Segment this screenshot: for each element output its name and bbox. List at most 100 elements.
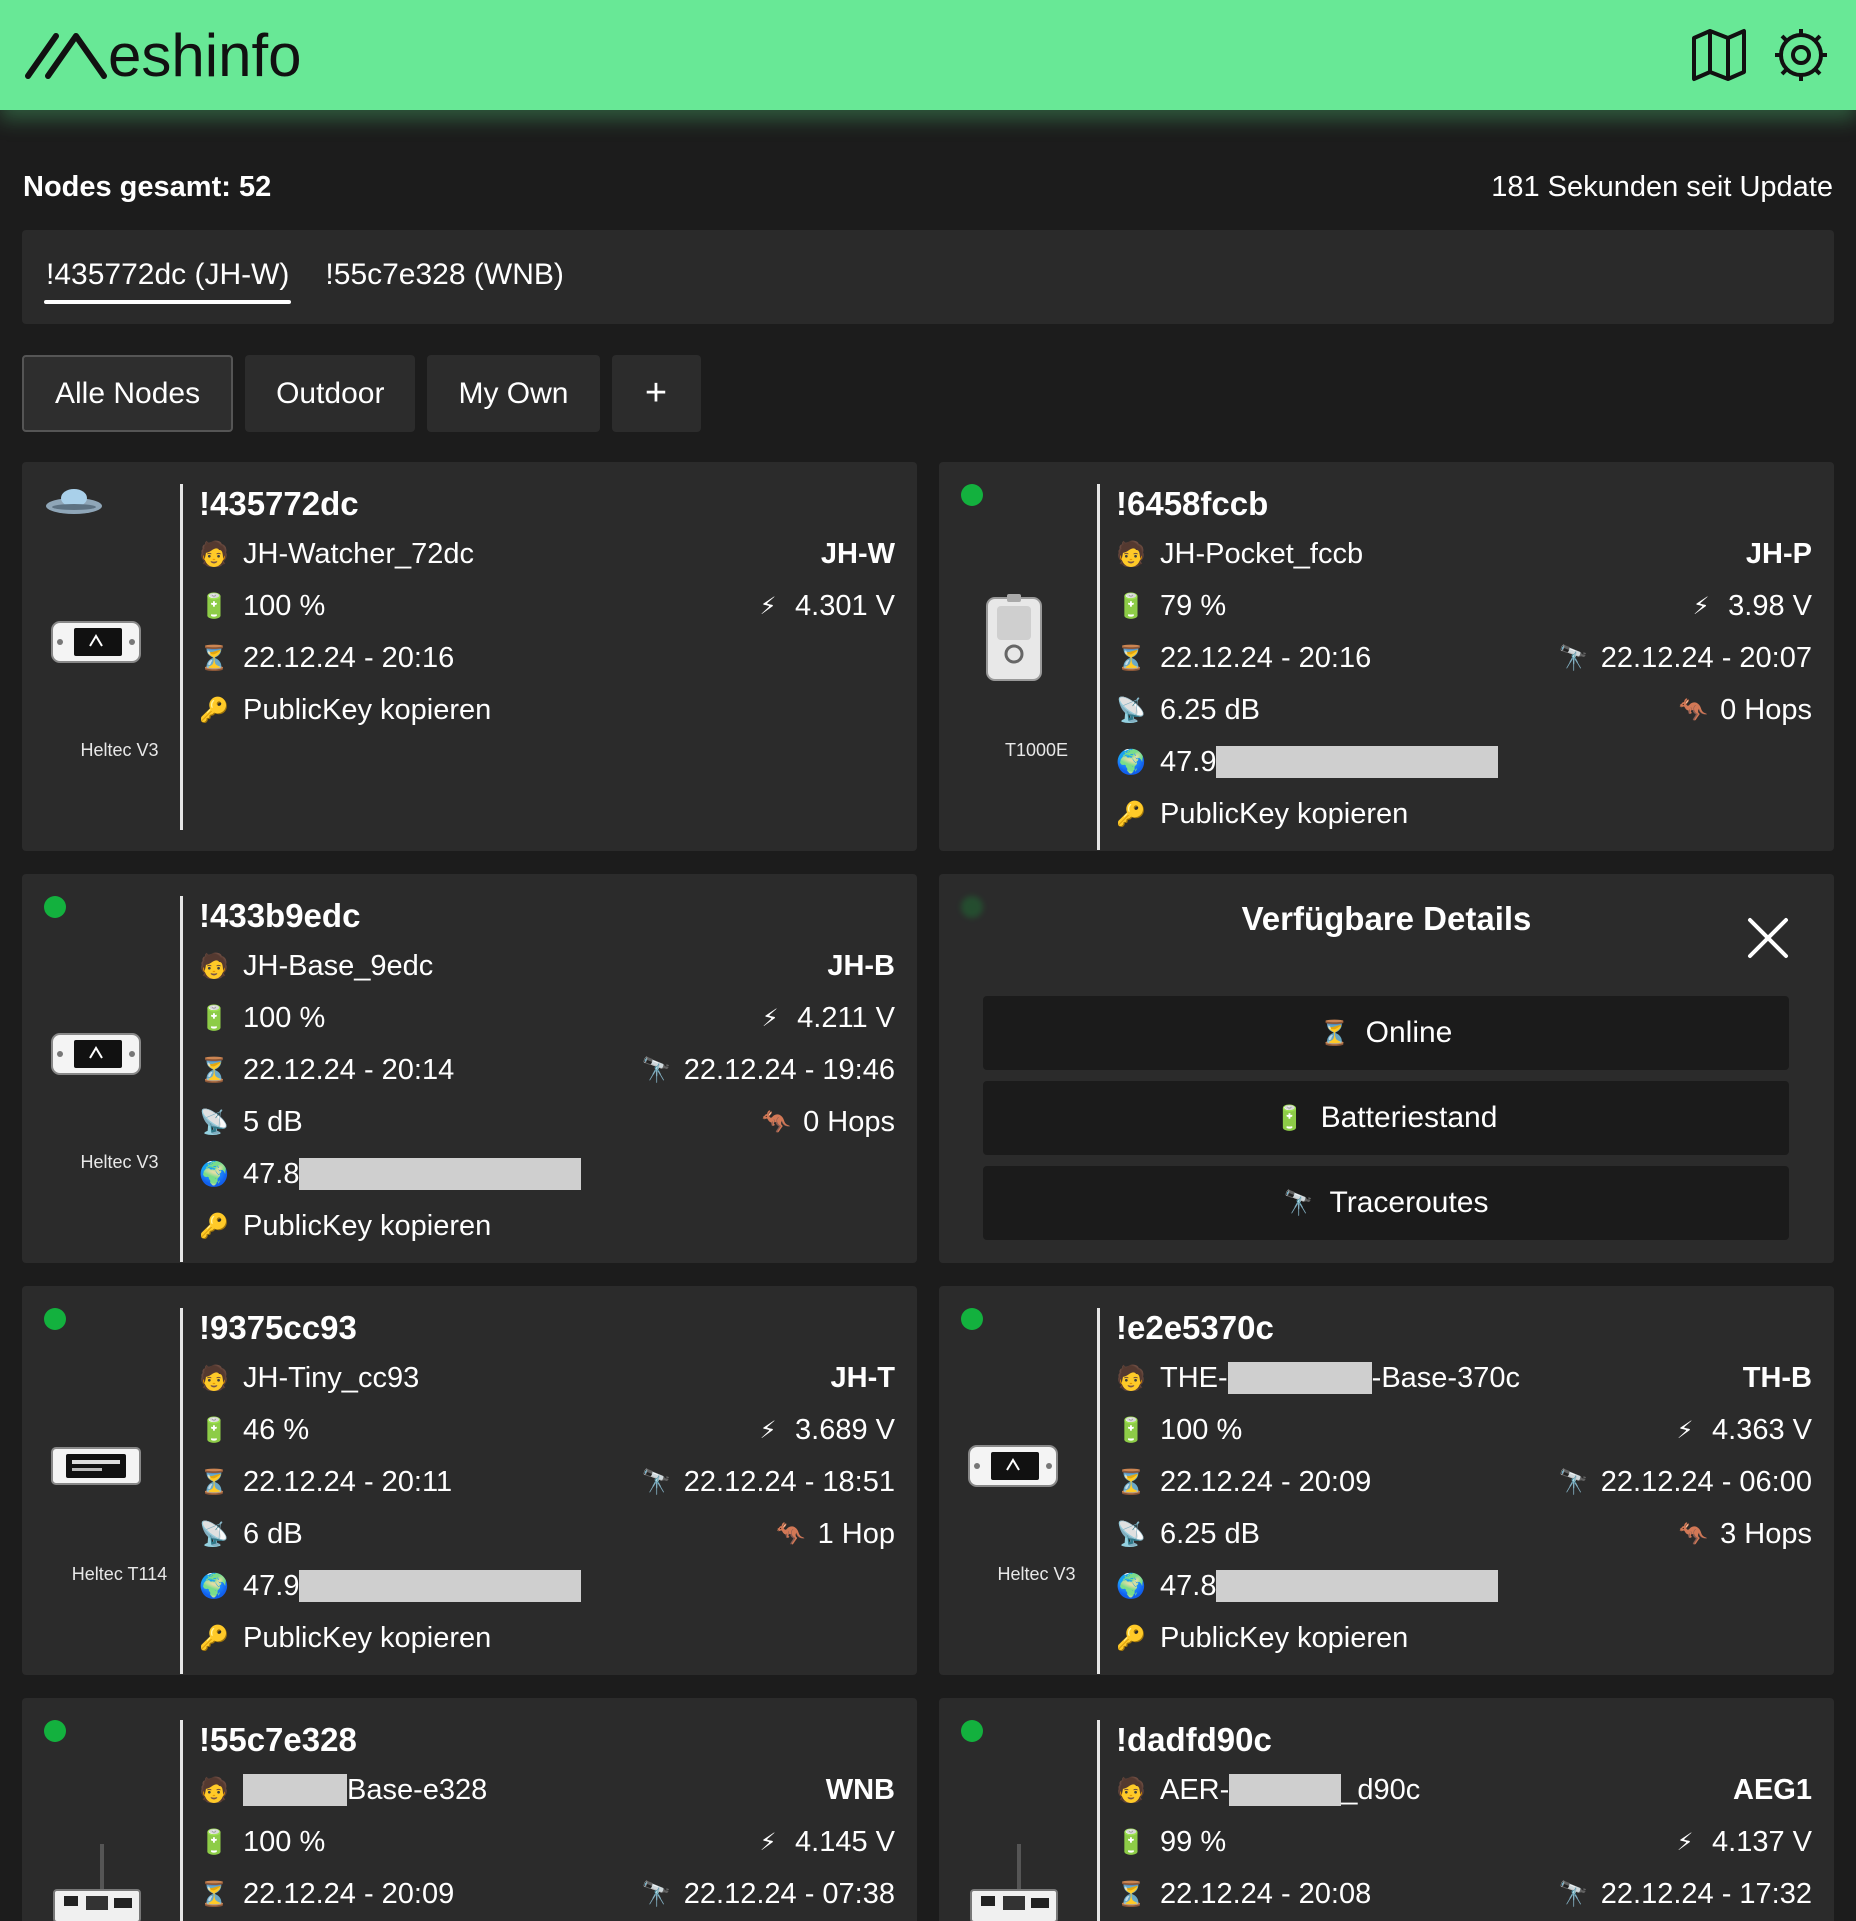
app-logo[interactable]: eshinfo <box>24 21 301 90</box>
kangaroo-icon: 🦘 <box>1678 1520 1709 1548</box>
publickey-label: PublicKey kopieren <box>1160 1621 1409 1654</box>
satellite-dish-icon: 📡 <box>199 1108 229 1136</box>
last-seen: 22.12.24 - 20:08 <box>1160 1877 1372 1910</box>
node-long-name: JH-Base_9edc <box>243 949 434 982</box>
last-traceroute: 22.12.24 - 18:51 <box>683 1465 895 1498</box>
node-long-name-prefix: THE- <box>1160 1361 1228 1394</box>
node-card[interactable]: Heltec V3 !433b9edc 🧑 JH-Base_9edc JH-B 🔋… <box>22 874 917 1263</box>
battery-level: 79 % <box>1160 589 1227 622</box>
copy-publickey-link[interactable]: 🔑 PublicKey kopieren <box>199 1200 895 1252</box>
gateway-tabs: !435772dc (JH-W) !55c7e328 (WNB) <box>22 230 1834 324</box>
filter-outdoor-button[interactable]: Outdoor <box>245 355 416 432</box>
satellite-dish-icon: 📡 <box>1116 1520 1146 1548</box>
telescope-icon: 🔭 <box>641 1056 672 1084</box>
update-age: 181 Sekunden seit Update <box>1491 170 1833 203</box>
details-battery-button[interactable]: 🔋 Batteriestand <box>983 1081 1789 1155</box>
heltec-v3-device-icon <box>51 1033 141 1075</box>
battery-icon: 🔋 <box>1116 1416 1146 1444</box>
hops: 1 Hop <box>817 1517 895 1550</box>
app-header: eshinfo <box>0 0 1856 110</box>
node-long-name: JH-Pocket_fccb <box>1160 537 1364 570</box>
satellite-dish-icon: 📡 <box>199 1520 229 1548</box>
filter-all-nodes-button[interactable]: Alle Nodes <box>22 355 234 432</box>
online-status-dot <box>44 1720 66 1742</box>
settings-icon[interactable] <box>1772 26 1830 84</box>
node-card[interactable]: Heltec V3 !e2e5370c 🧑 THE- -Base-370c TH-B… <box>939 1286 1834 1675</box>
tab-gateway-jh-w[interactable]: !435772dc (JH-W) <box>44 252 292 304</box>
node-long-name-prefix: AER- <box>1160 1773 1230 1806</box>
close-icon[interactable] <box>1746 916 1790 960</box>
node-card[interactable]: T1000E !6458fccb 🧑 JH-Pocket_fccb JH-P 🔋 7… <box>939 462 1834 851</box>
filter-my-own-button[interactable]: My Own <box>427 355 600 432</box>
online-status-dot <box>961 1720 983 1742</box>
status-line: Nodes gesamt: 52 181 Sekunden seit Updat… <box>23 165 1833 209</box>
last-seen: 22.12.24 - 20:09 <box>243 1877 455 1910</box>
node-id: !9375cc93 <box>199 1309 357 1346</box>
node-short-name: JH-T <box>830 1361 895 1394</box>
kangaroo-icon: 🦘 <box>1678 696 1709 724</box>
details-traceroutes-button[interactable]: 🔭 Traceroutes <box>983 1166 1789 1240</box>
details-online-label: Online <box>1365 1016 1453 1049</box>
voltage-icon: ⚡ <box>759 592 777 620</box>
last-traceroute: 22.12.24 - 19:46 <box>683 1053 895 1086</box>
voltage-icon: ⚡ <box>1676 1828 1694 1856</box>
globe-icon: 🌍 <box>1116 748 1146 776</box>
battery-icon: 🔋 <box>1116 592 1146 620</box>
position: 47.9 <box>243 1569 300 1602</box>
redacted-block <box>1216 746 1499 778</box>
snr: 5 dB <box>243 1105 303 1138</box>
copy-publickey-link[interactable]: 🔑 PublicKey kopieren <box>199 684 895 736</box>
copy-publickey-link[interactable]: 🔑 PublicKey kopieren <box>199 1612 895 1664</box>
last-seen: 22.12.24 - 20:16 <box>243 641 455 674</box>
copy-publickey-link[interactable]: 🔑 PublicKey kopieren <box>1116 1612 1812 1664</box>
voltage: 4.137 V <box>1712 1825 1812 1858</box>
voltage-icon: ⚡ <box>1676 1416 1694 1444</box>
node-long-name-suffix: -Base-370c <box>1371 1361 1520 1394</box>
filter-bar: Alle Nodes Outdoor My Own + <box>22 355 701 432</box>
battery-icon: 🔋 <box>1116 1828 1146 1856</box>
online-status-dot <box>44 1308 66 1330</box>
battery-icon: 🔋 <box>199 1828 229 1856</box>
telescope-icon: 🔭 <box>641 1880 672 1908</box>
person-icon: 🧑 <box>199 1364 229 1392</box>
node-short-name: AEG1 <box>1733 1773 1812 1806</box>
hops: 0 Hops <box>1720 693 1812 726</box>
telescope-icon: 🔭 <box>1283 1189 1314 1217</box>
telescope-icon: 🔭 <box>641 1468 672 1496</box>
node-id: !433b9edc <box>199 897 361 934</box>
overlay-title: Verfügbare Details <box>1241 900 1532 937</box>
node-short-name: JH-B <box>827 949 895 982</box>
battery-icon: 🔋 <box>1274 1104 1305 1132</box>
hourglass-icon: ⏳ <box>199 1880 229 1908</box>
battery-icon: 🔋 <box>199 592 229 620</box>
satellite-dish-icon: 📡 <box>1116 696 1146 724</box>
node-short-name: JH-P <box>1745 537 1812 570</box>
voltage: 3.98 V <box>1728 589 1812 622</box>
battery-icon: 🔋 <box>199 1004 229 1032</box>
person-icon: 🧑 <box>199 540 229 568</box>
voltage: 4.145 V <box>795 1825 895 1858</box>
copy-publickey-link[interactable]: 🔑 PublicKey kopieren <box>1116 788 1812 840</box>
node-card[interactable]: !dadfd90c 🧑 AER- _d90c AEG1 🔋 99 % ⚡ 4.137 V… <box>939 1698 1834 1921</box>
node-card[interactable]: Heltec V3 !435772dc 🧑 JH-Watcher_72dc JH-… <box>22 462 917 851</box>
node-card[interactable]: !55c7e328 🧑 Base-e328 WNB 🔋 100 % ⚡ 4.145 V… <box>22 1698 917 1921</box>
map-icon[interactable] <box>1690 26 1748 84</box>
person-icon: 🧑 <box>1116 540 1146 568</box>
voltage-icon: ⚡ <box>759 1828 777 1856</box>
details-overlay-card: Verfügbare Details ⏳ Online 🔋 Batteriest… <box>939 874 1834 1263</box>
voltage-icon: ⚡ <box>759 1416 777 1444</box>
ufo-icon <box>46 489 102 514</box>
heltec-t114-device-icon <box>51 1447 141 1485</box>
hourglass-icon: ⏳ <box>1319 1019 1350 1047</box>
hourglass-icon: ⏳ <box>199 1468 229 1496</box>
online-status-dot <box>44 896 66 918</box>
rak-device-icon <box>53 1844 141 1921</box>
battery-level: 100 % <box>243 1825 326 1858</box>
last-traceroute: 22.12.24 - 07:38 <box>683 1877 895 1910</box>
add-filter-button[interactable]: + <box>611 355 701 432</box>
tab-gateway-wnb[interactable]: !55c7e328 (WNB) <box>323 252 565 302</box>
globe-icon: 🌍 <box>1116 1572 1146 1600</box>
node-card[interactable]: Heltec T114 !9375cc93 🧑 JH-Tiny_cc93 JH-T… <box>22 1286 917 1675</box>
nodes-total: Nodes gesamt: 52 <box>23 170 272 203</box>
details-online-button[interactable]: ⏳ Online <box>983 996 1789 1070</box>
